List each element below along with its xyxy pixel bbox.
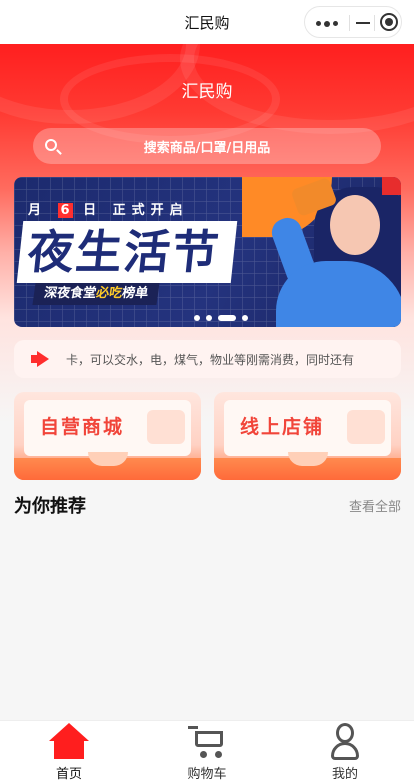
capsule-divider [349, 15, 350, 31]
tab-label: 购物车 [187, 767, 227, 780]
bottom-tab-bar: 首页 购物车 我的 [0, 720, 414, 780]
capsule-divider [374, 15, 375, 31]
banner-tagline-b: 榜单 [121, 286, 150, 301]
carousel-dot[interactable] [242, 315, 248, 321]
more-options-icon[interactable] [316, 20, 338, 27]
tab-label: 我的 [331, 767, 358, 780]
banner-date-num: 6 [57, 203, 73, 218]
carousel-indicator[interactable] [194, 315, 254, 321]
notice-bar[interactable]: 卡，可以交水，电，煤气，物业等刚需消费，同时还有 [14, 340, 401, 378]
tab-cart[interactable]: 购物车 [138, 721, 276, 780]
minimize-icon[interactable] [356, 22, 370, 24]
search-bar[interactable]: 搜索商品/口罩/日用品 [33, 128, 381, 164]
user-icon [325, 723, 365, 761]
megaphone-icon [31, 351, 49, 367]
cart-icon [187, 723, 227, 761]
banner-tagline-highlight: 必吃 [95, 286, 124, 301]
home-icon [49, 723, 89, 761]
banner-date-pre: 月 [28, 203, 48, 218]
carousel-dot[interactable] [206, 315, 212, 321]
recommend-title: 为你推荐 [14, 496, 86, 517]
banner-illustration-face [330, 195, 380, 255]
app-brand-title: 汇民购 [181, 82, 233, 102]
view-all-link[interactable]: 查看全部 [349, 496, 401, 515]
promo-banner[interactable]: 月 6 日 正式开启 夜生活节 深夜食堂必吃榜单 [14, 177, 401, 327]
entry-label: 自营商城 [40, 416, 125, 438]
top-nav-bar: 汇民购 [0, 0, 414, 44]
banner-date-post: 日 正式开启 [83, 203, 189, 218]
carousel-dot-active[interactable] [218, 315, 236, 321]
mini-program-capsule [304, 6, 402, 38]
banner-tagline: 深夜食堂必吃榜单 [32, 283, 160, 305]
entry-online-store[interactable]: 线上店铺 [214, 392, 401, 480]
entry-self-mall[interactable]: 自营商城 [14, 392, 201, 480]
banner-tagline-a: 深夜食堂 [43, 286, 98, 301]
tab-label: 首页 [55, 767, 82, 780]
notice-text: 卡，可以交水，电，煤气，物业等刚需消费，同时还有 [66, 353, 355, 367]
banner-date-line: 月 6 日 正式开启 [28, 199, 189, 218]
tab-home[interactable]: 首页 [0, 721, 138, 780]
banner-headline: 夜生活节 [16, 221, 238, 283]
carousel-dot[interactable] [194, 315, 200, 321]
search-placeholder: 搜索商品/口罩/日用品 [143, 141, 271, 156]
tab-profile[interactable]: 我的 [276, 721, 414, 780]
storefront-icon [347, 410, 385, 444]
close-program-icon[interactable] [380, 13, 398, 31]
entry-label: 线上店铺 [240, 416, 325, 438]
price-tag-icon [147, 410, 185, 444]
gift-icon [382, 177, 401, 195]
